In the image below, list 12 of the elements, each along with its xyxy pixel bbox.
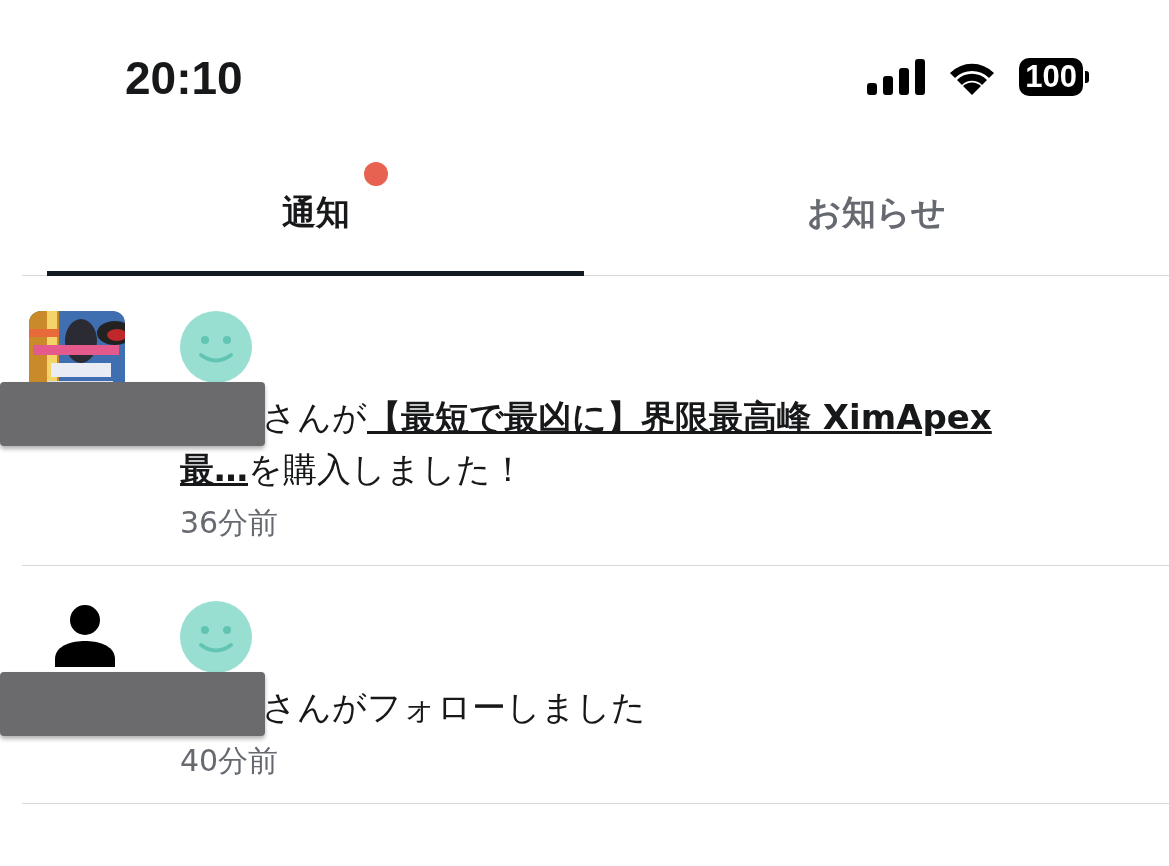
tab[interactable]: お知らせ [584,155,1169,276]
smiley-avatar-icon [180,311,252,383]
product-link[interactable]: 【最短で最凶に】界限最高峰 XimApex [367,397,992,437]
smiley-avatar-icon [180,601,252,673]
tab[interactable]: 通知 [47,155,584,276]
timestamp: 40分前 [180,742,279,780]
timestamp: 36分前 [180,504,279,542]
status-time: 20:10 [125,52,243,104]
person-icon [53,603,117,667]
signal-icon [867,59,926,95]
notification-text: さんがフォローしました [261,686,647,729]
product-link[interactable]: 最… [180,449,248,489]
